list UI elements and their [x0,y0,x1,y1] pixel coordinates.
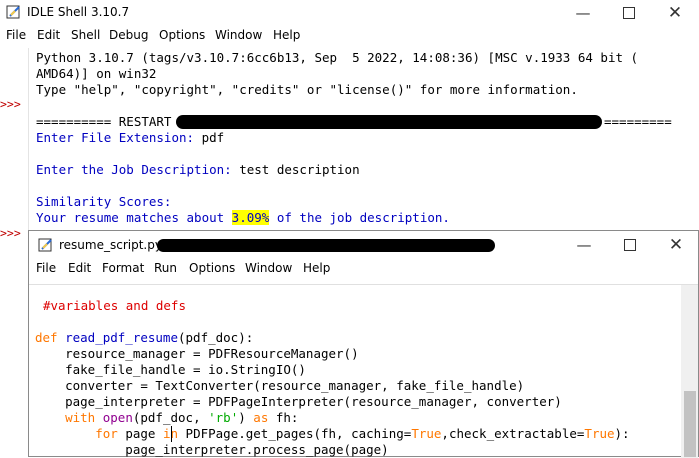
idle-feather-icon [38,237,54,253]
code-line-for: for page in PDFPage.get_pages(fh, cachin… [35,426,630,442]
menu-file[interactable]: File [6,28,26,42]
menu-file[interactable]: File [36,261,56,275]
menu-help[interactable]: Help [303,261,330,275]
code-text: (pdf_doc): [178,330,254,345]
restart-line-end: ========= [604,114,672,129]
code-line-def: def read_pdf_resume(pdf_doc): [35,330,253,346]
menu-run[interactable]: Run [154,261,177,275]
banner-line-1: Python 3.10.7 (tags/v3.10.7:6cc6b13, Sep… [36,50,639,65]
keyword-as: as [253,410,269,425]
match-prefix: Your resume matches about [36,210,232,225]
code-text: ,check_extractable= [441,426,585,441]
code-line: fake_file_handle = io.StringIO() [35,362,306,377]
builtin-open: open [95,410,133,425]
code-line: converter = TextConverter(resource_manag… [35,378,525,393]
minimize-icon[interactable]: — [560,0,606,26]
code-line-with: with open(pdf_doc, 'rb') as fh: [35,410,298,426]
shell-prompt: >>> [0,97,21,111]
redaction-bar [176,115,602,129]
shell-title-bar[interactable]: IDLE Shell 3.10.7 — ✕ [0,0,699,26]
match-score: 3.09% [231,210,270,225]
menu-edit[interactable]: Edit [68,261,91,275]
editor-window: resume_script.py - — ✕ File Edit Format … [28,230,699,458]
menu-options[interactable]: Options [189,261,235,275]
code-line: page_interpreter = PDFPageInterpreter(re… [35,394,562,409]
restart-line-start: ========== RESTART [36,114,172,129]
file-extension-value: pdf [194,130,225,145]
maximize-icon[interactable] [606,0,652,26]
menu-window[interactable]: Window [245,261,292,275]
menu-shell[interactable]: Shell [71,28,100,42]
redaction-bar [157,239,495,252]
function-name: read_pdf_resume [57,330,178,345]
close-icon[interactable]: ✕ [652,0,698,26]
code-text: ) [238,410,254,425]
keyword-with: with [35,410,96,425]
file-extension-line: Enter File Extension: pdf [36,130,224,146]
banner-line-3: Type "help", "copyright", "credits" or "… [36,82,578,97]
keyword-true: True [411,426,442,441]
code-line: resource_manager = PDFResourceManager() [35,346,359,361]
menu-debug[interactable]: Debug [109,28,148,42]
scrollbar-thumb[interactable] [684,391,696,457]
match-suffix: of the job description. [269,210,450,225]
job-description-line: Enter the Job Description: test descript… [36,162,360,178]
maximize-icon[interactable] [607,232,653,258]
file-extension-prompt: Enter File Extension: [36,130,195,145]
menu-options[interactable]: Options [159,28,205,42]
code-text: fh: [268,410,299,425]
shell-prompt: >>> [0,226,21,240]
close-icon[interactable]: ✕ [653,232,699,258]
code-text: page [117,426,163,441]
idle-feather-icon [6,4,22,20]
code-text: (pdf_doc, [132,410,209,425]
editor-title-bar[interactable]: resume_script.py - — ✕ [29,231,698,259]
code-comment: #variables and defs [43,298,186,313]
window-title: IDLE Shell 3.10.7 [27,5,130,19]
menu-window[interactable]: Window [215,28,262,42]
code-text: PDFPage.get_pages(fh, caching= [178,426,412,441]
menu-format[interactable]: Format [102,261,144,275]
keyword-for: for [35,426,118,441]
string-literal: 'rb' [208,410,239,425]
menu-edit[interactable]: Edit [37,28,60,42]
similarity-heading: Similarity Scores: [36,194,172,209]
match-line: Your resume matches about 3.09% of the j… [36,210,450,226]
keyword-true: True [584,426,615,441]
keyword-def: def [35,330,58,345]
job-description-value: test description [231,162,360,177]
code-text: ): [614,426,630,441]
editor-title: resume_script.py - [59,238,171,252]
banner-line-2: AMD64)] on win32 [36,66,157,81]
code-line: page_interpreter.process_page(page) [35,442,389,457]
minimize-icon[interactable]: — [561,232,607,258]
text-cursor [171,426,172,442]
job-description-prompt: Enter the Job Description: [36,162,232,177]
menu-help[interactable]: Help [273,28,300,42]
